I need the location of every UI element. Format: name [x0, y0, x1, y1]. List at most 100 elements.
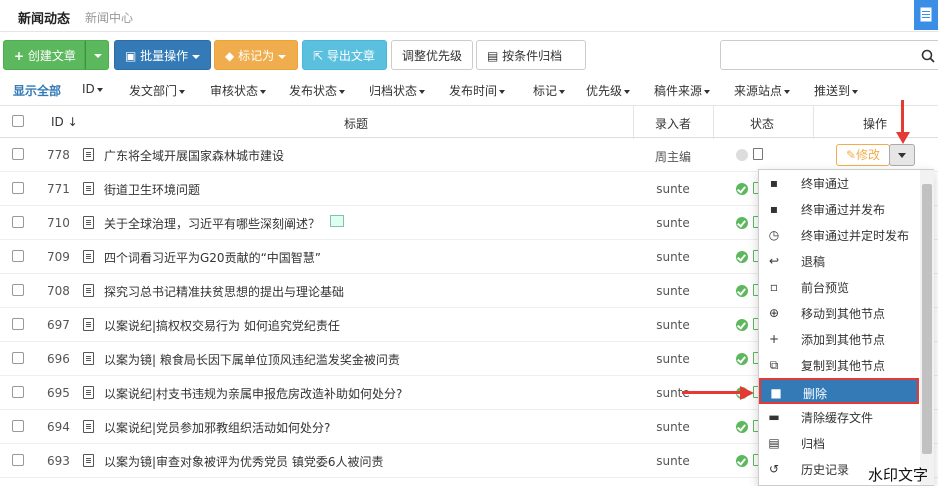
row-title[interactable]: 街道卫生环境问题 [104, 181, 200, 198]
menu-item-approve-publish[interactable]: ▪ 终审通过并发布 [759, 196, 919, 222]
row-author: sunte [656, 352, 690, 366]
edit-button[interactable]: ✎修改 [836, 144, 890, 166]
row-id: 693 [47, 454, 70, 468]
menu-item-reject[interactable]: ↩ 退稿 [759, 248, 919, 274]
column-divider [633, 106, 634, 139]
search-icon [921, 49, 935, 63]
menu-item-approve-scheduled[interactable]: ◷ 终审通过并定时发布 [759, 222, 919, 248]
search-button[interactable] [919, 40, 938, 70]
filter-publish-time[interactable]: 发布时间 [449, 82, 506, 99]
row-title[interactable]: 以案说纪|搞权权交易行为 如何追究党纪责任 [104, 317, 340, 334]
filter-publish-status[interactable]: 发布状态 [289, 82, 346, 99]
column-id[interactable]: ID ↓ [51, 115, 78, 129]
create-article-button[interactable]: + 创建文章 [3, 40, 85, 70]
approve-publish-icon: ▪ [769, 202, 779, 216]
column-divider [713, 106, 714, 139]
archive-icon: ▤ [768, 436, 780, 450]
annotation-arrow [682, 391, 742, 394]
article-icon [83, 284, 94, 297]
row-title[interactable]: 以案为镜|审查对象被评为优秀党员 镇党委6人被问责 [104, 453, 384, 470]
row-checkbox[interactable] [12, 182, 24, 194]
filter-priority[interactable]: 优先级 [586, 82, 631, 99]
caret-down-icon [179, 89, 186, 94]
row-id: 697 [47, 318, 70, 332]
mark-as-button[interactable]: ◆ 标记为 [214, 40, 298, 70]
caret-down-icon [704, 89, 711, 94]
menu-item-add[interactable]: + 添加到其他节点 [759, 326, 919, 352]
row-checkbox[interactable] [12, 352, 24, 364]
adjust-priority-button[interactable]: 调整优先级 [391, 40, 473, 70]
breadcrumb[interactable]: 新闻中心 [85, 9, 133, 26]
caret-down-icon [852, 89, 859, 94]
export-article-button[interactable]: ⇱ 导出文章 [302, 40, 387, 70]
row-checkbox[interactable] [12, 216, 24, 228]
row-id: 695 [47, 386, 70, 400]
row-checkbox[interactable] [12, 284, 24, 296]
menu-item-approve[interactable]: ▪ 终审通过 [759, 170, 919, 196]
document-icon [920, 7, 932, 22]
filter-source[interactable]: 稿件来源 [654, 82, 711, 99]
create-article-dropdown[interactable] [85, 40, 109, 70]
filter-department[interactable]: 发文部门 [129, 82, 186, 99]
row-title[interactable]: 以案说纪|党员参加邪教组织活动如何处分? [104, 419, 330, 436]
row-checkbox[interactable] [12, 148, 24, 160]
table-header: ID ↓ 标题 录入者 状态 操作 [0, 105, 938, 139]
column-divider [813, 106, 814, 139]
filter-push-to[interactable]: 推送到 [814, 82, 859, 99]
menu-item-archive[interactable]: ▤ 归档 [759, 430, 919, 456]
row-title[interactable]: 关于全球治理，习近平有哪些深刻阐述？ [104, 215, 320, 232]
caret-down-icon [559, 89, 566, 94]
row-checkbox[interactable] [12, 420, 24, 432]
row-action-dropdown[interactable] [889, 144, 915, 166]
caret-down-icon [260, 89, 267, 94]
row-author: sunte [656, 250, 690, 264]
menu-item-preview[interactable]: ▫ 前台预览 [759, 274, 919, 300]
search-input[interactable] [720, 40, 920, 70]
select-all-checkbox[interactable] [12, 115, 24, 127]
menu-scrollbar-thumb[interactable] [922, 184, 932, 454]
filter-source-site[interactable]: 来源站点 [734, 82, 791, 99]
menu-item-copy[interactable]: ⧉ 复制到其他节点 [759, 352, 919, 378]
return-icon: ↩ [768, 254, 780, 268]
page-header: 新闻动态 新闻中心 [0, 0, 938, 32]
watermark: 水印文字 [868, 466, 929, 484]
menu-item-move[interactable]: ⊕ 移动到其他节点 [759, 300, 919, 326]
row-checkbox[interactable] [12, 454, 24, 466]
row-title[interactable]: 以案为镜| 粮食局长因下属单位顶风违纪滥发奖金被问责 [104, 351, 400, 368]
filter-show-all[interactable]: 显示全部 [13, 82, 61, 99]
document-tab[interactable] [914, 0, 938, 30]
row-title[interactable]: 探究习总书记精准扶贫思想的提出与理论基础 [104, 283, 344, 300]
caret-down-icon [94, 54, 102, 58]
menu-item-delete[interactable]: ■ 删除 [759, 378, 919, 404]
article-icon [83, 148, 94, 161]
filter-bar: 显示全部 ID 发文部门 审核状态 发布状态 归档状态 发布时间 标记 优先级 … [0, 78, 938, 102]
filter-archive-status[interactable]: 归档状态 [369, 82, 426, 99]
column-title: 标题 [344, 117, 369, 131]
menu-item-clear-cache[interactable]: ▬ 清除缓存文件 [759, 404, 919, 430]
row-checkbox[interactable] [12, 318, 24, 330]
annotation-arrow-head [740, 386, 754, 400]
row-title[interactable]: 广东将全域开展国家森林城市建设 [104, 147, 284, 164]
trash-icon: ■ [770, 386, 782, 400]
article-icon [83, 454, 94, 467]
caret-down-icon [898, 153, 906, 158]
row-checkbox[interactable] [12, 250, 24, 262]
status-approved-icon [736, 421, 748, 433]
filter-mark[interactable]: 标记 [533, 82, 566, 99]
sort-down-icon: ↓ [67, 115, 78, 129]
article-icon [83, 386, 94, 399]
history-icon: ↺ [768, 462, 780, 476]
row-title[interactable]: 以案说纪|村支书违规为亲属申报危房改造补助如何处分? [104, 385, 402, 402]
table-row[interactable]: 778 广东将全域开展国家森林城市建设 周主编 [0, 138, 938, 172]
caret-down-icon [96, 87, 103, 92]
caret-down-icon [499, 89, 506, 94]
row-title[interactable]: 四个词看习近平为G20贡献的“中国智慧” [104, 249, 321, 266]
archive-by-condition-button[interactable]: ▤ 按条件归档 [476, 40, 586, 70]
status-approved-icon [736, 353, 748, 365]
broom-icon: ▬ [768, 410, 780, 424]
batch-operation-button[interactable]: ▣ 批量操作 [114, 40, 211, 70]
row-checkbox[interactable] [12, 386, 24, 398]
filter-review-status[interactable]: 审核状态 [210, 82, 267, 99]
status-pending-icon [736, 149, 748, 161]
filter-id[interactable]: ID [82, 82, 103, 96]
